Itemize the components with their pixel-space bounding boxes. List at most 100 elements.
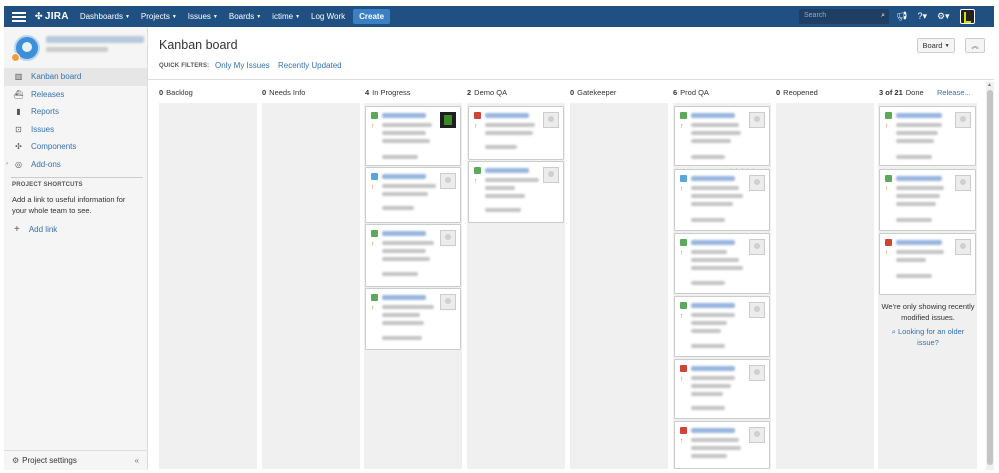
issue-card[interactable]: ↑ <box>674 233 770 294</box>
feedback-megaphone-icon[interactable]: 📢︎ <box>896 11 907 22</box>
issue-card[interactable]: ↑ <box>365 106 461 166</box>
user-avatar[interactable] <box>959 9 975 24</box>
issue-summary-redacted <box>382 139 430 143</box>
assignee-avatar <box>955 239 971 255</box>
issue-summary-redacted <box>485 186 515 190</box>
scroll-up-arrow-icon[interactable]: ▲ <box>987 82 992 88</box>
search-icon: ⌕ <box>881 12 885 19</box>
nav-issues[interactable]: Issues ▼ <box>188 12 218 21</box>
issue-summary-redacted <box>896 258 926 262</box>
issue-card[interactable]: ↑ <box>674 296 770 357</box>
column-header-demo-qa: 2 Demo QA <box>467 88 508 97</box>
sidebar-item-label: Issues <box>31 124 55 134</box>
create-button[interactable]: Create <box>353 9 391 24</box>
sidebar-item-add-ons[interactable]: › ◎ Add-ons <box>4 156 147 174</box>
issue-key-redacted <box>896 113 942 118</box>
search-input[interactable]: Search ⌕ <box>799 9 889 24</box>
nav-log-work[interactable]: Log Work <box>311 12 345 21</box>
board-menu-button[interactable]: Board ▼ <box>917 38 955 53</box>
story-type-icon <box>371 112 378 119</box>
project-shortcuts-heading: PROJECT SHORTCUTS <box>12 182 83 188</box>
assignee-avatar <box>440 230 456 246</box>
issue-card[interactable]: ↑ <box>468 161 564 223</box>
sidebar-item-issues[interactable]: ⊡ Issues <box>4 121 147 139</box>
issue-assignee-redacted <box>485 208 521 212</box>
project-settings-link[interactable]: ⚙ Project settings « <box>4 450 147 470</box>
older-issues-link[interactable]: ⌕ Looking for an older issue? <box>888 326 968 348</box>
issue-summary-redacted <box>691 321 727 325</box>
sidebar-item-releases[interactable]: ⛴ Releases <box>4 86 147 104</box>
issue-card[interactable]: ↑ <box>365 224 461 287</box>
issue-summary-redacted <box>896 202 936 206</box>
story-type-icon <box>680 239 687 246</box>
assignee-avatar <box>543 167 559 183</box>
assignee-avatar <box>440 173 456 189</box>
gear-icon[interactable]: ⚙▾ <box>937 11 950 22</box>
sidebar-item-reports[interactable]: ▮ Reports <box>4 103 147 121</box>
assignee-avatar <box>749 239 765 255</box>
assignee-avatar <box>543 112 559 128</box>
issue-card[interactable]: ↑ <box>674 169 770 231</box>
board-scrollbar[interactable]: ▲ <box>986 82 994 470</box>
sidebar-item-label: Add-ons <box>31 159 61 169</box>
assignee-avatar <box>440 294 456 310</box>
priority-up-arrow-icon: ↑ <box>371 123 375 130</box>
issue-summary-redacted <box>382 305 434 309</box>
issue-card[interactable]: ↑ <box>674 106 770 166</box>
nav-boards[interactable]: Boards ▼ <box>229 12 261 21</box>
issue-summary-redacted <box>382 321 424 325</box>
sidebar-item-components[interactable]: ✣ Components <box>4 138 147 156</box>
issue-summary-redacted <box>896 123 942 127</box>
project-name-redacted[interactable] <box>46 36 144 43</box>
chevron-up-icon: ︽ <box>971 42 979 50</box>
add-link-button[interactable]: + Add link <box>12 224 57 235</box>
issue-card[interactable]: ↑ <box>879 169 976 231</box>
issue-summary-redacted <box>382 184 436 188</box>
issue-card[interactable]: ↑ <box>365 167 461 223</box>
sidebar-item-kanban-board[interactable]: ▥ Kanban board <box>4 68 147 86</box>
column-header-backlog: 0 Backlog <box>159 88 193 97</box>
help-icon[interactable]: ?▾ <box>917 11 927 22</box>
chevron-right-icon[interactable]: › <box>6 161 8 167</box>
priority-up-arrow-icon: ↑ <box>680 250 684 257</box>
issue-summary-redacted <box>382 131 426 135</box>
collapse-sidebar-icon[interactable]: « <box>135 456 139 465</box>
issue-card[interactable]: ↑ <box>879 106 976 166</box>
issue-summary-redacted <box>382 249 426 253</box>
issue-card[interactable]: ↑ <box>674 359 770 419</box>
column-in-progress: ↑ ↑ ↑ ↑ <box>364 103 462 469</box>
issue-assignee-redacted <box>382 336 422 340</box>
issue-card[interactable]: ↑ <box>674 421 770 469</box>
collapse-header-button[interactable]: ︽ <box>965 38 985 53</box>
column-demo-qa: ↑ ↑ <box>467 103 565 469</box>
issue-card[interactable]: ↑ <box>468 106 564 160</box>
story-type-icon <box>474 167 481 174</box>
chevron-down-icon: ▼ <box>256 13 262 20</box>
jira-logo[interactable]: ✣ JIRA <box>35 11 69 22</box>
filter-recently-updated[interactable]: Recently Updated <box>278 61 342 70</box>
assignee-avatar <box>749 112 765 128</box>
issue-summary-redacted <box>485 123 535 127</box>
app-switcher-icon[interactable] <box>12 11 26 22</box>
issue-key-redacted <box>382 231 426 236</box>
issue-summary-redacted <box>485 131 533 135</box>
issue-assignee-redacted <box>691 406 725 410</box>
done-column-notice: We're only showing recently modified iss… <box>881 302 975 322</box>
issue-assignee-redacted <box>382 155 418 159</box>
priority-up-arrow-icon: ↑ <box>474 178 478 185</box>
issue-summary-redacted <box>691 392 723 396</box>
nav-dashboards[interactable]: Dashboards ▼ <box>80 12 130 21</box>
quick-filters-label: QUICK FILTERS: <box>159 63 210 69</box>
release-link[interactable]: Release... <box>937 88 971 97</box>
priority-up-arrow-icon: ↑ <box>371 241 375 248</box>
card-divider: · · · · · <box>730 166 756 172</box>
scrollbar-thumb[interactable] <box>987 90 993 465</box>
filter-only-my-issues[interactable]: Only My Issues <box>215 61 270 70</box>
nav-projects[interactable]: Projects ▼ <box>141 12 177 21</box>
bug-type-icon <box>680 365 687 372</box>
issue-card[interactable]: ↑ <box>365 288 461 350</box>
nav-ictime[interactable]: ictime ▼ <box>272 12 300 21</box>
column-needs-info <box>262 103 360 469</box>
issue-assignee-redacted <box>382 206 414 210</box>
issue-card[interactable]: ↑ <box>879 233 976 295</box>
